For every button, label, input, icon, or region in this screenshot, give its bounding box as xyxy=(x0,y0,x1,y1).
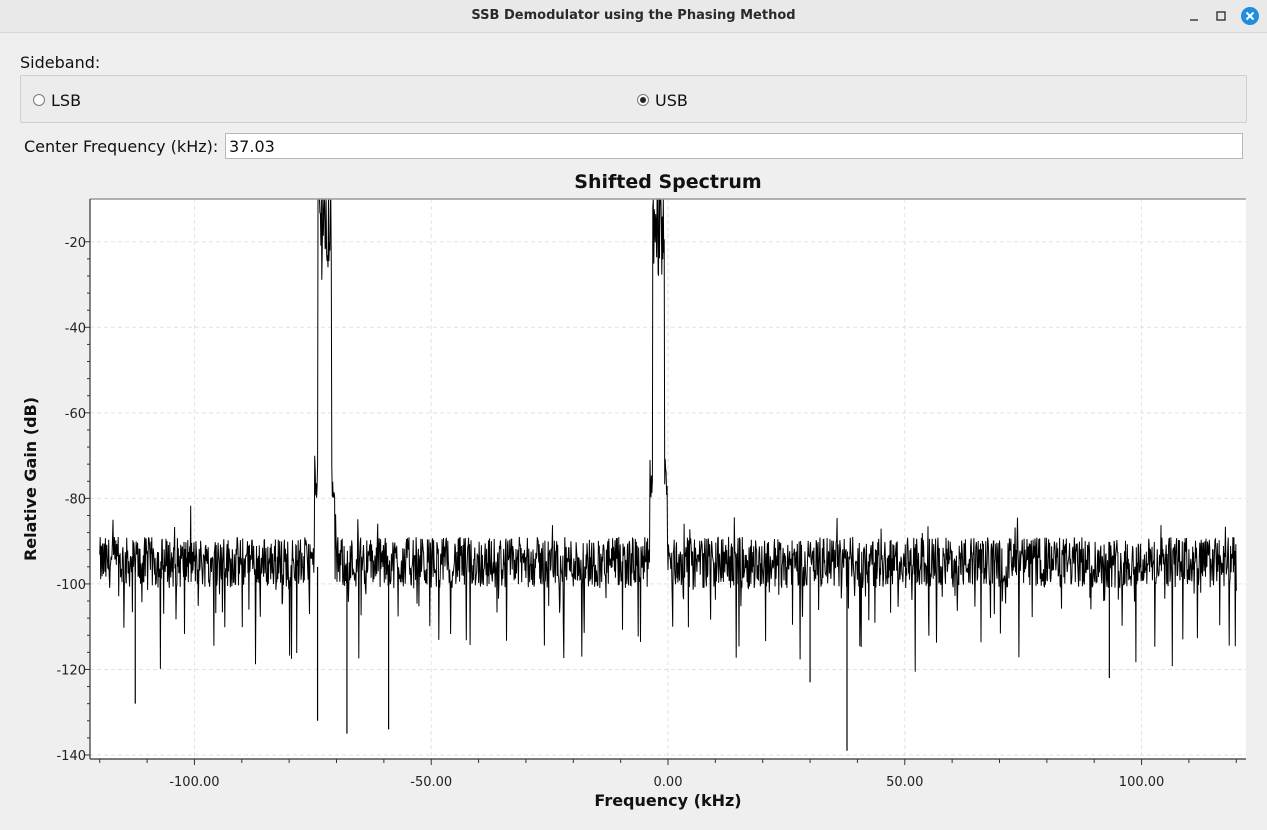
usb-radio[interactable]: USB xyxy=(637,90,688,110)
x-tick-label: 50.00 xyxy=(886,775,923,790)
window-title: SSB Demodulator using the Phasing Method xyxy=(471,8,796,23)
y-axis-label: Relative Gain (dB) xyxy=(21,397,40,561)
close-icon[interactable] xyxy=(1240,6,1260,26)
y-tick-label: -60 xyxy=(65,407,86,422)
y-tick-label: -140 xyxy=(56,749,86,764)
lsb-radio-label: LSB xyxy=(51,90,82,110)
minimize-icon[interactable] xyxy=(1185,6,1205,26)
chart-title: Shifted Spectrum xyxy=(574,171,761,193)
y-tick-label: -100 xyxy=(56,578,86,593)
center-frequency-input[interactable] xyxy=(225,133,1243,159)
usb-radio-indicator[interactable] xyxy=(637,94,649,106)
y-tick-label: -120 xyxy=(56,663,86,678)
sideband-label: Sideband: xyxy=(20,53,101,72)
center-frequency-label: Center Frequency (kHz): xyxy=(24,137,219,156)
x-tick-label: 0.00 xyxy=(654,775,683,790)
y-tick-label: -40 xyxy=(65,321,86,336)
sideband-group: LSB USB xyxy=(20,75,1247,123)
lsb-radio-indicator[interactable] xyxy=(33,94,45,106)
spectrum-chart[interactable]: Shifted Spectrum -20 -40 -60 -80 -100 -120 -14… xyxy=(0,165,1267,825)
usb-radio-label: USB xyxy=(655,90,688,110)
window-titlebar[interactable]: SSB Demodulator using the Phasing Method xyxy=(0,0,1267,33)
x-tick-label: -100.00 xyxy=(169,775,219,790)
maximize-icon[interactable] xyxy=(1212,6,1232,26)
x-tick-label: -50.00 xyxy=(410,775,452,790)
lsb-radio[interactable]: LSB xyxy=(33,90,81,110)
x-axis-label: Frequency (kHz) xyxy=(594,791,741,810)
x-tick-label: 100.00 xyxy=(1119,775,1165,790)
y-tick-label: -20 xyxy=(65,236,86,251)
y-tick-label: -80 xyxy=(65,492,86,507)
